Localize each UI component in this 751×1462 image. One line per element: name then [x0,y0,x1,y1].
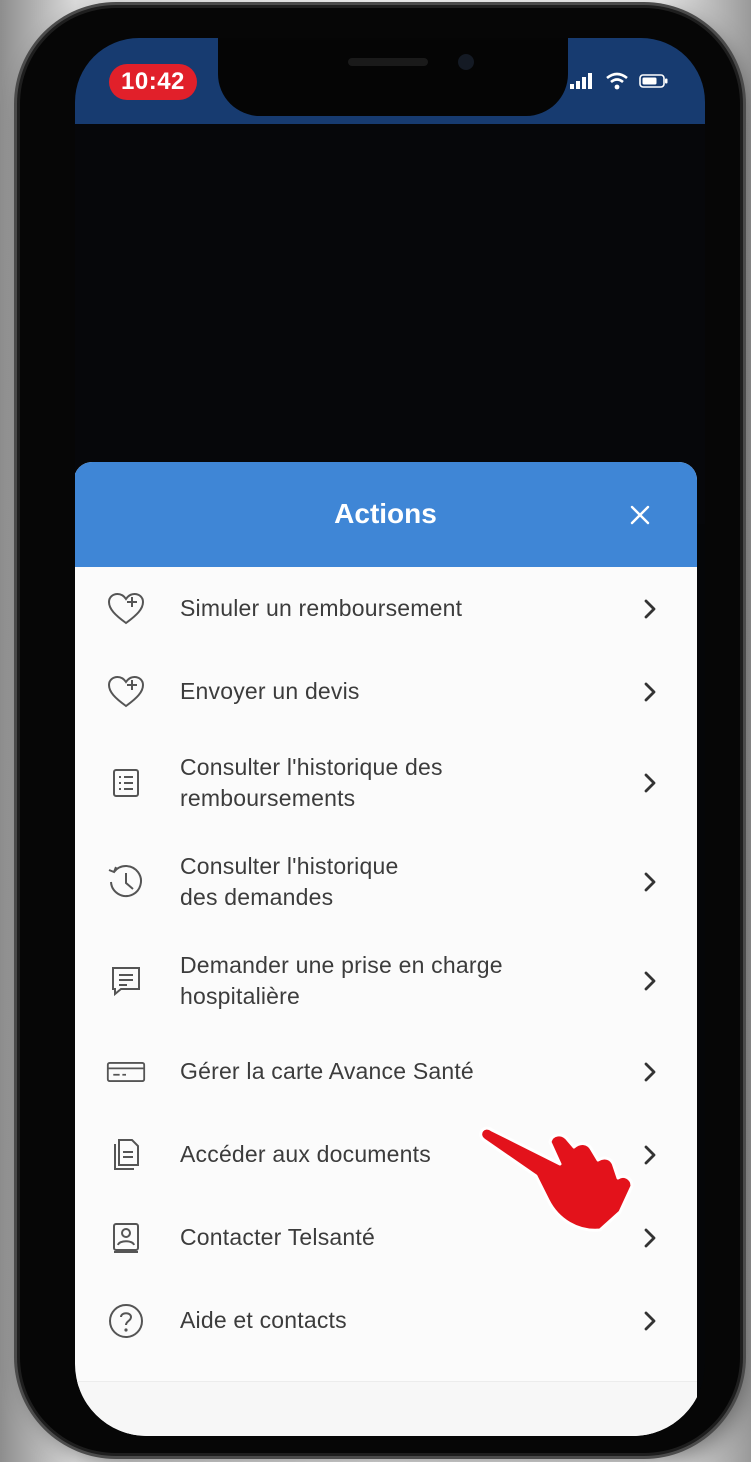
menu-item-label-line2: hospitalière [180,982,301,1009]
menu-item-label-line1: Consulter l'historique des [180,753,443,780]
menu-item-label: Simuler un remboursement [180,595,463,621]
menu-item-label: Consulter l'historique des remboursements [180,752,600,814]
chevron-right-icon [640,1142,660,1168]
menu-item-label-line2: des demandes [180,883,334,910]
hand-pointer-icon [479,1126,634,1232]
status-icons [569,72,669,90]
actions-sheet: Actions Simuler un remboursement Envoyer… [75,462,697,1436]
menu-item-label: Envoyer un devis [180,678,360,704]
sheet-bottom-area [75,1381,697,1436]
front-camera [458,54,474,70]
wifi-icon [605,72,629,90]
status-time: 10:42 [109,64,197,100]
menu-item-simuler-remboursement[interactable]: Simuler un remboursement [75,567,697,650]
heart-plus-icon [106,672,146,712]
menu-item-label-line1: Consulter l'historique [180,852,399,879]
battery-icon [639,73,669,89]
heart-plus-icon [106,589,146,629]
chevron-right-icon [640,1059,660,1085]
chevron-right-icon [640,679,660,705]
chevron-right-icon [640,869,660,895]
menu-item-label-line1: Demander une prise en charge [180,951,503,978]
video-frame: 10:42 Actions Simuler un remboursement E… [0,0,751,1462]
close-button[interactable] [623,498,657,532]
menu-item-label: Gérer la carte Avance Santé [180,1058,474,1084]
message-document-icon [106,961,146,1001]
chevron-right-icon [640,770,660,796]
speaker [348,58,428,66]
cellular-signal-icon [569,72,595,90]
help-question-icon [106,1301,146,1341]
menu-item-carte-avance-sante[interactable]: Gérer la carte Avance Santé [75,1030,697,1113]
menu-item-aide-contacts[interactable]: Aide et contacts [75,1279,697,1362]
sheet-header: Actions [75,462,697,567]
history-clock-icon [106,862,146,902]
chevron-right-icon [640,1225,660,1251]
menu-item-envoyer-devis[interactable]: Envoyer un devis [75,650,697,733]
menu-item-historique-remboursements[interactable]: Consulter l'historique des remboursements [75,733,697,832]
chevron-right-icon [640,1308,660,1334]
phone-frame: 10:42 Actions Simuler un remboursement E… [20,8,740,1453]
menu-item-prise-en-charge[interactable]: Demander une prise en charge hospitalière [75,931,697,1030]
card-icon [106,1052,146,1092]
status-bar: 10:42 [75,38,705,124]
notch [218,38,568,116]
documents-icon [106,1135,146,1175]
close-icon [630,505,650,525]
menu-item-label: Aide et contacts [180,1307,347,1333]
chevron-right-icon [640,968,660,994]
contact-card-icon [106,1218,146,1258]
chevron-right-icon [640,596,660,622]
menu-item-label: Demander une prise en charge hospitalière [180,950,600,1012]
list-document-icon [106,763,146,803]
menu-item-historique-demandes[interactable]: Consulter l'historique des demandes [75,832,697,931]
menu-item-label: Consulter l'historique des demandes [180,851,600,913]
actions-list: Simuler un remboursement Envoyer un devi… [75,567,697,1362]
sheet-title: Actions [334,498,437,529]
menu-item-label-line2: remboursements [180,784,356,811]
